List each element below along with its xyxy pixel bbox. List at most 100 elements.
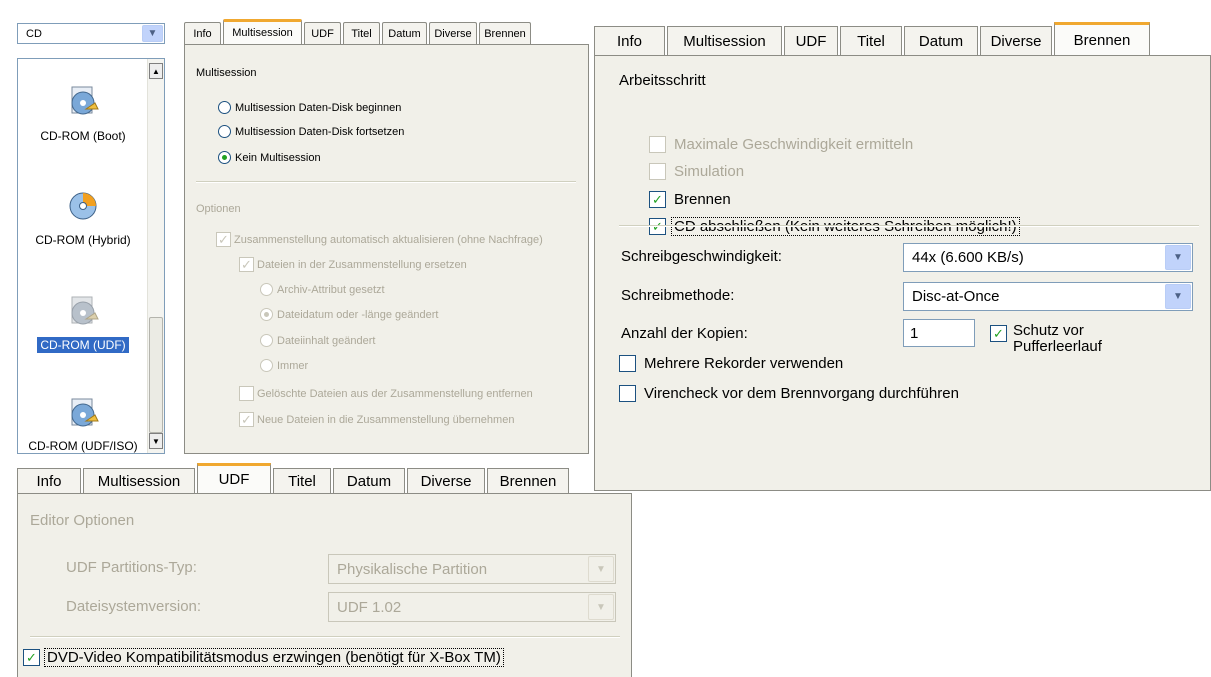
cd-udf-iso-icon: [71, 398, 99, 427]
chk-burn-visible[interactable]: ✓ Brennen: [649, 191, 731, 208]
tab-diverse[interactable]: Diverse: [429, 22, 477, 44]
burn-tabbar: Info Multisession UDF Titel Datum Divers…: [594, 22, 1150, 55]
chevron-down-icon[interactable]: ▼: [588, 594, 614, 620]
checkbox[interactable]: ✓: [239, 257, 254, 272]
radio-button[interactable]: [260, 308, 273, 321]
sub-radio-archive[interactable]: Archiv-Attribut gesetzt: [260, 283, 385, 296]
radio-button[interactable]: [218, 101, 231, 114]
chevron-down-icon[interactable]: ▼: [588, 556, 614, 582]
chevron-down-icon[interactable]: ▼: [1165, 284, 1191, 309]
opt-replace-files[interactable]: ✓ Dateien in der Zusammenstellung ersetze…: [239, 257, 467, 272]
tab-titel[interactable]: Titel: [840, 26, 902, 55]
scroll-down-button[interactable]: ▼: [149, 433, 163, 449]
tab-diverse[interactable]: Diverse: [980, 26, 1052, 55]
media-item-cd-rom-boot[interactable]: CD-ROM (Boot): [18, 85, 148, 155]
fs-version-value: UDF 1.02: [337, 598, 402, 616]
speed-label: Schreibgeschwindigkeit:: [621, 248, 782, 265]
chk-multiple-recorders[interactable]: Mehrere Rekorder verwenden: [619, 355, 843, 372]
partition-type-value: Physikalische Partition: [337, 560, 488, 578]
method-select[interactable]: Disc-at-Once ▼: [903, 282, 1193, 311]
speed-value: 44x (6.600 KB/s): [912, 249, 1024, 266]
radio-button[interactable]: [260, 283, 273, 296]
cd-udf-icon: [71, 296, 99, 325]
tab-info[interactable]: Info: [184, 22, 221, 44]
tab-udf[interactable]: UDF: [784, 26, 838, 55]
brennen-panel: Arbeitsschritt Maximale Geschwindigkeit …: [594, 55, 1211, 491]
radio-ms-continue[interactable]: Multisession Daten-Disk fortsetzen: [218, 125, 404, 138]
scroll-thumb[interactable]: [149, 317, 163, 433]
media-type-select[interactable]: CD ▼: [17, 23, 165, 44]
checkbox[interactable]: ✓: [216, 232, 231, 247]
tab-info[interactable]: Info: [17, 468, 81, 493]
opt-auto-update[interactable]: ✓ Zusammenstellung automatisch aktualisie…: [216, 232, 543, 247]
partition-type-select[interactable]: Physikalische Partition ▼: [328, 554, 616, 584]
udf-tabbar: Info Multisession UDF Titel Datum Divers…: [17, 463, 569, 493]
divider: [196, 181, 576, 183]
tab-brennen[interactable]: Brennen: [487, 468, 569, 493]
sub-radio-always[interactable]: Immer: [260, 359, 308, 372]
step-group-label: Arbeitsschritt: [619, 72, 706, 89]
checkbox[interactable]: ✓: [649, 191, 666, 208]
chevron-down-icon[interactable]: ▼: [142, 25, 163, 42]
fs-version-select[interactable]: UDF 1.02 ▼: [328, 592, 616, 622]
radio-button[interactable]: [218, 125, 231, 138]
radio-ms-none[interactable]: Kein Multisession: [218, 151, 321, 164]
chk-virus-check[interactable]: Virencheck vor dem Brennvorgang durchfüh…: [619, 385, 959, 402]
checkbox[interactable]: [239, 386, 254, 401]
tab-multisession[interactable]: Multisession: [667, 26, 782, 55]
partition-type-label: UDF Partitions-Typ:: [66, 559, 197, 576]
divider: [30, 636, 620, 638]
tab-titel[interactable]: Titel: [273, 468, 331, 493]
media-item-cd-rom-hybrid[interactable]: CD-ROM (Hybrid): [18, 189, 148, 259]
tab-diverse[interactable]: Diverse: [407, 468, 485, 493]
tab-titel[interactable]: Titel: [343, 22, 380, 44]
opt-delete-files[interactable]: Gelöschte Dateien aus der Zusammenstellu…: [239, 386, 533, 401]
divider: [619, 225, 1199, 227]
chk-max-speed[interactable]: Maximale Geschwindigkeit ermitteln: [649, 136, 913, 153]
sub-radio-content[interactable]: Dateiinhalt geändert: [260, 334, 375, 347]
chk-simulation[interactable]: Simulation: [649, 163, 744, 180]
method-label: Schreibmethode:: [621, 287, 735, 304]
tab-multisession[interactable]: Multisession: [223, 19, 302, 44]
media-type-value: CD: [26, 27, 42, 40]
copies-input[interactable]: 1: [903, 319, 975, 347]
tab-multisession[interactable]: Multisession: [83, 468, 195, 493]
radio-ms-begin[interactable]: Multisession Daten-Disk beginnen: [218, 101, 401, 114]
options-group-label: Optionen: [196, 203, 241, 215]
editor-options-label: Editor Optionen: [30, 512, 135, 529]
checkbox[interactable]: [619, 355, 636, 372]
speed-select[interactable]: 44x (6.600 KB/s) ▼: [903, 243, 1193, 272]
media-item-cd-rom-udf-iso[interactable]: CD-ROM (UDF/ISO): [18, 397, 148, 453]
chk-buffer-protect[interactable]: ✓ Schutz vor Pufferleerlauf: [990, 323, 1102, 355]
checkbox[interactable]: ✓: [990, 325, 1007, 342]
media-item-label: CD-ROM (UDF/ISO): [28, 439, 138, 453]
media-list-scrollbar[interactable]: ▲ ▼: [147, 59, 164, 453]
checkbox[interactable]: [649, 163, 666, 180]
cd-boot-icon: [71, 86, 99, 115]
tab-udf[interactable]: UDF: [197, 463, 271, 493]
tab-brennen[interactable]: Brennen: [1054, 22, 1150, 55]
media-item-cd-rom-udf[interactable]: CD-ROM (UDF): [18, 295, 148, 365]
arrow-up-icon: ▲: [152, 66, 160, 76]
tab-datum[interactable]: Datum: [382, 22, 427, 44]
chevron-down-icon[interactable]: ▼: [1165, 245, 1191, 270]
tab-info[interactable]: Info: [594, 26, 665, 55]
tab-datum[interactable]: Datum: [904, 26, 978, 55]
tab-datum[interactable]: Datum: [333, 468, 405, 493]
checkbox[interactable]: [619, 385, 636, 402]
sub-radio-date[interactable]: Dateidatum oder -länge geändert: [260, 308, 438, 321]
media-item-label: CD-ROM (Hybrid): [35, 233, 131, 247]
chk-dvd-video-compat[interactable]: ✓ DVD-Video Kompatibilitätsmodus erzwinge…: [23, 648, 504, 667]
radio-button[interactable]: [260, 334, 273, 347]
radio-button[interactable]: [260, 359, 273, 372]
opt-new-files[interactable]: ✓ Neue Dateien in die Zusammenstellung üb…: [239, 412, 514, 427]
tab-brennen[interactable]: Brennen: [479, 22, 531, 44]
checkbox[interactable]: [649, 136, 666, 153]
radio-button[interactable]: [218, 151, 231, 164]
multisession-panel: Multisession Multisession Daten-Disk beg…: [184, 44, 589, 454]
tab-udf[interactable]: UDF: [304, 22, 341, 44]
copies-value: 1: [910, 324, 919, 342]
checkbox[interactable]: ✓: [23, 649, 40, 666]
scroll-up-button[interactable]: ▲: [149, 63, 163, 79]
checkbox[interactable]: ✓: [239, 412, 254, 427]
